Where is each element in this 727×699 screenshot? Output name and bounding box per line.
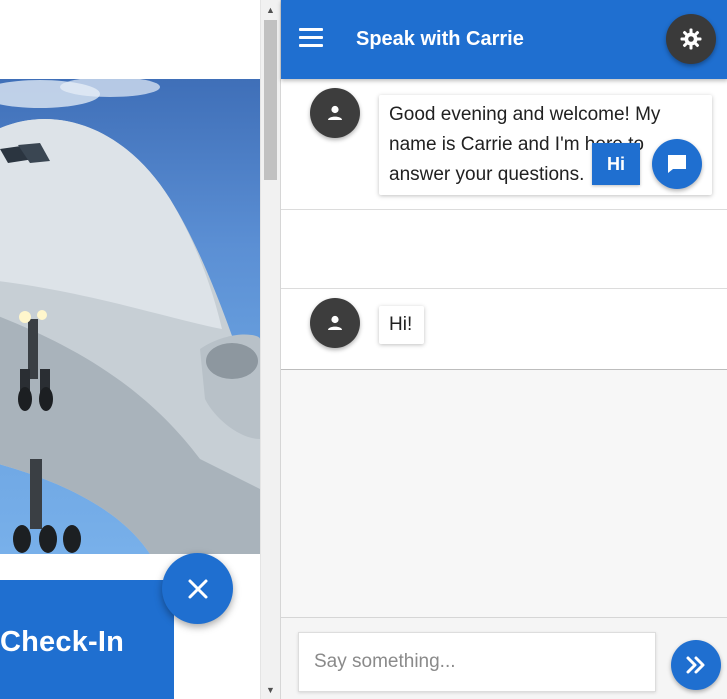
message-row-bot: Hi! [281,289,727,370]
chat-panel: Speak with Carrie Good evening and welco… [280,0,727,699]
bot-avatar [310,298,360,348]
hero-airplane-image [0,79,260,554]
user-message-bubble: Hi [592,143,640,185]
check-in-button[interactable]: Check-In [0,580,174,699]
double-chevron-right-icon [686,656,705,674]
scroll-thumb[interactable] [264,20,277,180]
bot-message-bubble: Hi! [379,306,424,344]
chat-header: Speak with Carrie [281,0,727,79]
scroll-down-arrow-icon[interactable]: ▼ [261,681,280,698]
page-scrollbar[interactable]: ▲ ▼ [260,0,280,699]
chat-bubble-icon [668,155,686,173]
chat-message-input[interactable] [298,632,656,692]
scroll-up-arrow-icon[interactable]: ▲ [261,1,280,18]
check-in-label: Check-In [0,626,125,658]
close-chat-button[interactable] [162,553,233,624]
user-avatar [652,139,702,189]
background-page: Check-In [0,0,260,699]
bot-avatar [310,88,360,138]
settings-icon [680,28,702,50]
settings-button[interactable] [666,14,716,64]
airplane-illustration [0,79,260,554]
send-button[interactable] [671,640,721,690]
message-row-user [281,210,727,289]
close-icon [188,579,207,598]
person-icon [328,105,342,120]
chat-title: Speak with Carrie [356,28,524,50]
chat-input-bar [281,617,727,699]
message-list: Good evening and welcome! My name is Car… [281,79,727,370]
hamburger-menu-icon[interactable] [299,28,323,48]
person-icon [328,315,342,330]
